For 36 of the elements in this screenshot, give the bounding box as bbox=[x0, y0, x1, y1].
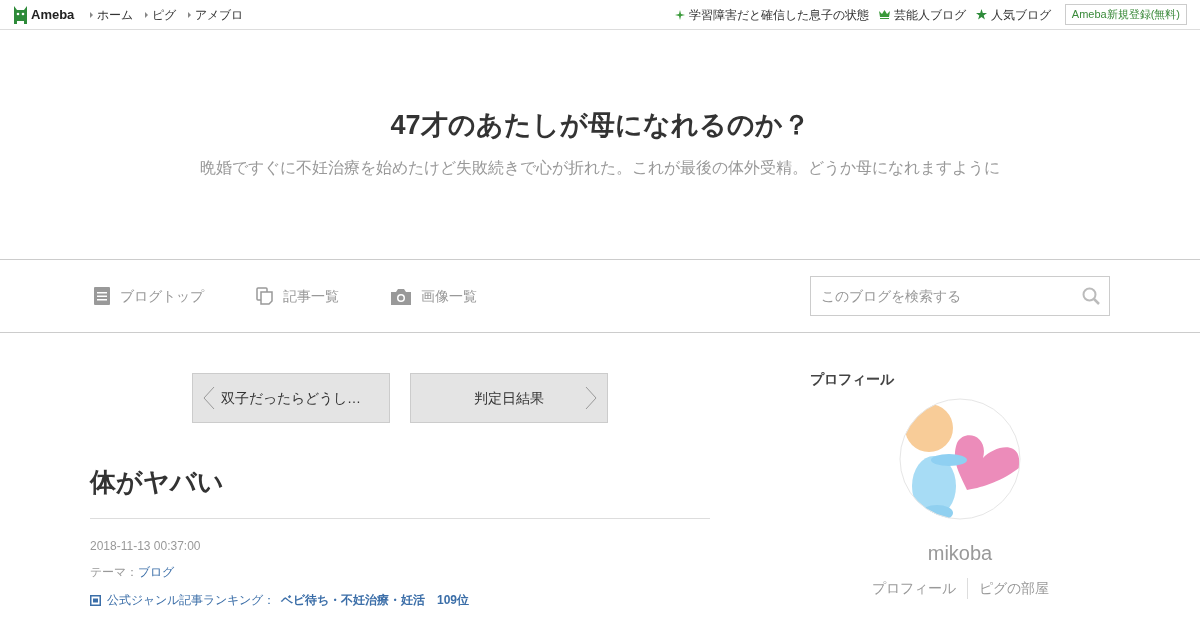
chevron-left-icon bbox=[203, 386, 215, 410]
caret-icon bbox=[90, 11, 94, 18]
username: mikoba bbox=[927, 541, 993, 566]
nav-link[interactable]: ホーム bbox=[97, 5, 134, 24]
article-title: 体がヤバい bbox=[90, 463, 710, 519]
header-link[interactable]: 芸能人ブログ bbox=[893, 5, 966, 24]
logo-icon bbox=[13, 5, 28, 24]
search-icon[interactable] bbox=[1082, 287, 1100, 305]
crown-icon bbox=[878, 10, 890, 19]
pages-icon bbox=[256, 287, 273, 305]
document-icon bbox=[94, 287, 110, 305]
theme-link[interactable]: ブログ bbox=[138, 563, 174, 581]
star-icon bbox=[975, 9, 987, 20]
ameba-logo[interactable]: Ameba bbox=[31, 4, 75, 25]
blog-description: 晩婚ですぐに不妊治療を始めたけど失敗続きで心が折れた。これが最後の体外受精。どうか母になれますように bbox=[200, 157, 1000, 178]
nav-link[interactable]: ピグ bbox=[152, 5, 177, 24]
next-post-button[interactable]: 判定日結果 bbox=[410, 373, 608, 423]
blog-title: 47才のあたしが母になれるのか？ bbox=[390, 109, 810, 143]
sidebar-heading: プロフィール bbox=[810, 370, 895, 389]
nav-link[interactable]: アメブロ bbox=[195, 5, 244, 24]
caret-icon bbox=[145, 11, 149, 18]
ranking-icon bbox=[90, 594, 101, 606]
sparkle-icon bbox=[674, 9, 685, 20]
search-field[interactable]: このブログを検索する bbox=[810, 276, 1110, 316]
ranking-rank: 109位 bbox=[437, 592, 470, 609]
ranking-genre-link[interactable]: ベビ待ち・不妊治療・妊活 bbox=[281, 591, 425, 609]
article-date: 2018-11-13 00:37:00 bbox=[90, 538, 202, 555]
header-link[interactable]: 学習障害だと確信した息子の状態 bbox=[688, 5, 869, 24]
ranking-label: 公式ジャンル記事ランキング： bbox=[107, 592, 275, 609]
register-button[interactable]: Ameba新規登録(無料) bbox=[1064, 4, 1187, 25]
theme-label: テーマ： bbox=[90, 564, 138, 581]
caret-icon bbox=[188, 11, 192, 18]
header-link[interactable]: 人気ブログ bbox=[990, 5, 1051, 24]
prev-post-button[interactable]: 双子だったらどうし… bbox=[192, 373, 390, 423]
camera-icon bbox=[391, 287, 411, 305]
chevron-right-icon bbox=[585, 386, 597, 410]
